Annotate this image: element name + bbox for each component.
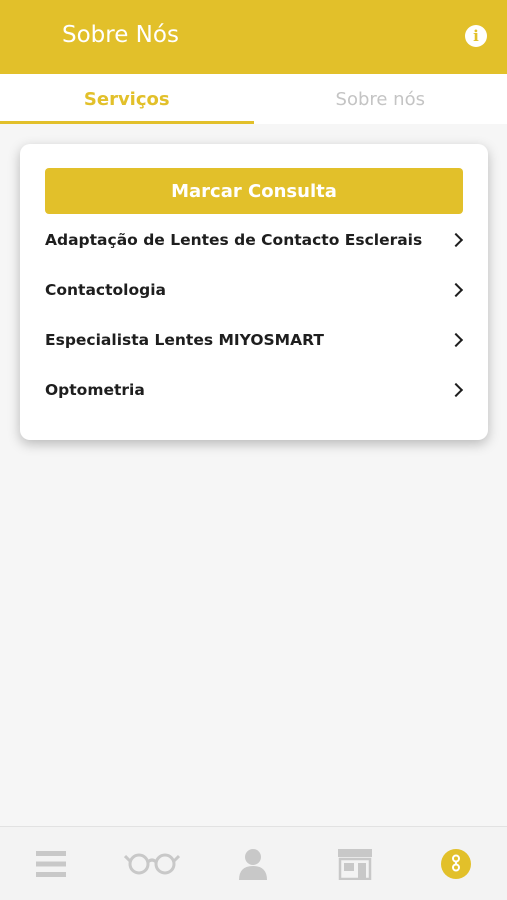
service-label: Optometria [45,381,145,399]
chevron-right-icon [448,232,464,248]
nav-menu[interactable] [21,834,81,894]
chevron-right-icon [448,332,464,348]
tab-sobre-nos[interactable]: Sobre nós [254,74,507,124]
menu-icon [35,850,66,877]
chevron-right-icon [448,382,464,398]
tab-bar: Serviços Sobre nós [0,74,507,124]
about-icon [441,848,472,879]
service-item-optometria[interactable]: Optometria [45,370,465,410]
service-item-contactologia[interactable]: Contactologia [45,270,465,310]
info-icon[interactable]: i [465,25,487,47]
page-title: Sobre Nós [62,22,179,48]
glasses-icon [124,853,181,874]
top-app-bar: Sobre Nós i [0,0,507,74]
services-card: Marcar Consulta Adaptação de Lentes de C… [20,144,488,440]
chevron-right-icon [448,282,464,298]
nav-profile[interactable] [223,834,283,894]
service-item-adaptacao[interactable]: Adaptação de Lentes de Contacto Esclerai… [45,220,465,260]
book-appointment-button[interactable]: Marcar Consulta [45,168,463,214]
service-item-miyosmart[interactable]: Especialista Lentes MIYOSMART [45,320,465,360]
bottom-navigation [0,826,507,900]
tab-servicos[interactable]: Serviços [0,74,254,124]
service-label: Especialista Lentes MIYOSMART [45,331,324,349]
service-label: Contactologia [45,281,167,299]
service-label: Adaptação de Lentes de Contacto Esclerai… [45,231,423,249]
nav-about[interactable] [426,834,486,894]
nav-store[interactable] [325,834,385,894]
person-icon [239,848,268,880]
store-icon [337,848,372,880]
nav-glasses[interactable] [122,834,182,894]
